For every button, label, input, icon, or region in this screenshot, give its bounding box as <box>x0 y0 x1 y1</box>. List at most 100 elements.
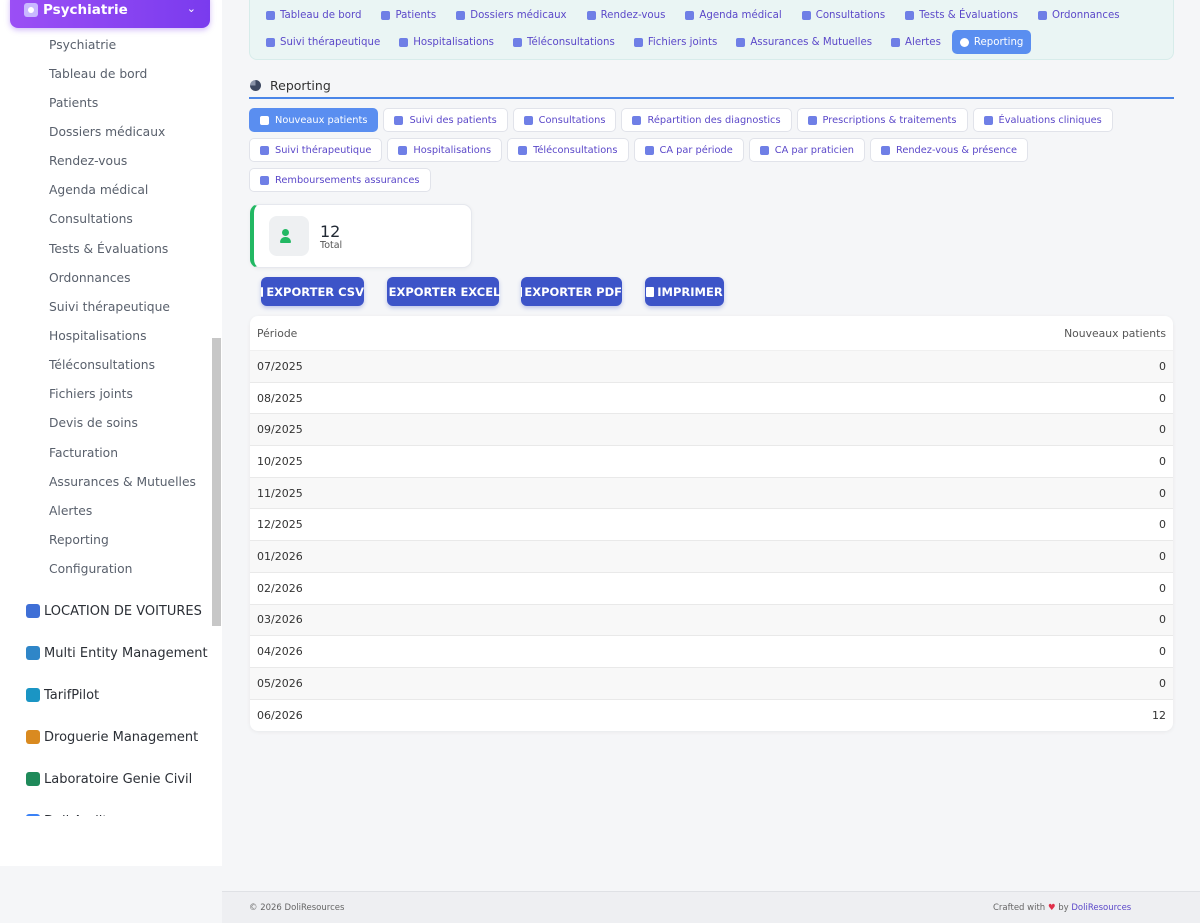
tab-label: Suivi des patients <box>409 114 497 126</box>
tab-ca-par-praticien[interactable]: CA par praticien <box>748 138 865 162</box>
print-button[interactable]: IMPRIMER <box>645 277 724 306</box>
sidebar-item-ordonnances[interactable]: Ordonnances <box>0 263 212 292</box>
sidebar-item-tests-evaluations[interactable]: Tests & Évaluations <box>0 234 212 263</box>
nav-rendez-vous[interactable]: Rendez-vous <box>579 3 674 27</box>
nav-suivi-therapeutique[interactable]: Suivi thérapeutique <box>258 30 388 54</box>
cell-new-patients: 0 <box>1159 645 1166 659</box>
tab-teleconsultations[interactable]: Téléconsultations <box>507 138 629 162</box>
nav-label: Consultations <box>815 9 886 21</box>
stat-value: 12 <box>320 222 341 241</box>
nav-assurances-mutuelles[interactable]: Assurances & Mutuelles <box>728 30 880 54</box>
repartition-des-diagnostics-icon <box>632 115 642 125</box>
cell-period: 10/2025 <box>257 454 303 468</box>
tab-hospitalisations[interactable]: Hospitalisations <box>387 138 503 162</box>
module-droguerie-management[interactable]: Droguerie Management <box>0 716 212 758</box>
nav-alertes[interactable]: Alertes <box>883 30 949 54</box>
chevron-down-icon[interactable]: ⌄ <box>187 2 196 15</box>
sidebar-item-dossiers-medicaux[interactable]: Dossiers médicaux <box>0 117 212 146</box>
print-label: IMPRIMER <box>657 284 723 299</box>
sidebar-item-teleconsultations[interactable]: Téléconsultations <box>0 351 212 380</box>
top-nav-row: Tableau de bord Patients Dossiers médicaux… <box>258 3 1132 27</box>
nav-tableau-de-bord[interactable]: Tableau de bord <box>258 3 369 27</box>
nav-label: Téléconsultations <box>527 36 615 48</box>
nav-consultations[interactable]: Consultations <box>794 3 893 27</box>
sidebar-item-facturation[interactable]: Facturation <box>0 438 212 467</box>
nav-teleconsultations[interactable]: Téléconsultations <box>505 30 623 54</box>
sidebar-item-assurances-mutuelles[interactable]: Assurances & Mutuelles <box>0 467 212 496</box>
section-title-text: Reporting <box>270 78 331 93</box>
nav-label: Alertes <box>905 36 941 48</box>
cell-new-patients: 0 <box>1159 359 1166 373</box>
footer-brand-link[interactable]: DoliResources <box>1071 903 1131 913</box>
nav-tests-evaluations[interactable]: Tests & Évaluations <box>897 3 1026 27</box>
nav-label: Tableau de bord <box>280 9 362 21</box>
export-pdf-button[interactable]: EXPORTER PDF <box>521 277 622 306</box>
tab-label: Téléconsultations <box>533 144 618 156</box>
header-period: Période <box>257 326 298 340</box>
sidebar-item-reporting[interactable]: Reporting <box>0 525 212 554</box>
pie-chart-icon <box>250 80 261 91</box>
sidebar-item-hospitalisations[interactable]: Hospitalisations <box>0 321 212 350</box>
export-csv-button[interactable]: EXPORTER CSV <box>261 277 364 306</box>
module-location-de-voitures[interactable]: LOCATION DE VOITURES <box>0 590 212 632</box>
nav-agenda-medical[interactable]: Agenda médical <box>677 3 789 27</box>
nav-label: Reporting <box>973 36 1024 48</box>
teleconsultations-icon <box>513 37 522 47</box>
module-label: Multi Entity Management <box>44 645 208 661</box>
sidebar-item-psychiatrie[interactable]: Psychiatrie <box>0 30 212 59</box>
cell-period: 08/2025 <box>257 391 303 405</box>
nav-hospitalisations[interactable]: Hospitalisations <box>391 30 502 54</box>
sidebar-item-agenda-medical[interactable]: Agenda médical <box>0 176 212 205</box>
tab-label: Prescriptions & traitements <box>822 114 957 126</box>
report-table: Période Nouveaux patients 07/2025 0 08/202… <box>250 316 1173 732</box>
export-pdf-label: EXPORTER PDF <box>524 284 622 299</box>
tab-label: Suivi thérapeutique <box>275 144 372 156</box>
nav-label: Dossiers médicaux <box>470 9 567 21</box>
module-label: TarifPilot <box>44 687 100 703</box>
nav-label: Fichiers joints <box>647 36 718 48</box>
module-doli-audit[interactable]: Doli Audit <box>0 800 212 816</box>
tab-label: Remboursements assurances <box>275 174 420 186</box>
footer-by: by <box>1058 903 1069 913</box>
footer-copyright: © 2026 DoliResources <box>249 903 345 913</box>
nav-dossiers-medicaux[interactable]: Dossiers médicaux <box>448 3 574 27</box>
tab-suivi-des-patients[interactable]: Suivi des patients <box>383 108 508 132</box>
tab-repartition-des-diagnostics[interactable]: Répartition des diagnostics <box>621 108 792 132</box>
tab-ca-par-periode[interactable]: CA par période <box>633 138 744 162</box>
tab-suivi-therapeutique[interactable]: Suivi thérapeutique <box>249 138 383 162</box>
sidebar-item-consultations[interactable]: Consultations <box>0 205 212 234</box>
tab-row: Suivi thérapeutique Hospitalisations Téléc… <box>249 138 1174 162</box>
table-row: 11/2025 0 <box>250 477 1173 510</box>
tab-prescriptions-traitements[interactable]: Prescriptions & traitements <box>796 108 968 132</box>
tab-label: Rendez-vous & présence <box>895 144 1018 156</box>
dossiers-medicaux-icon <box>456 10 466 20</box>
sidebar-item-suivi-therapeutique[interactable]: Suivi thérapeutique <box>0 292 212 321</box>
export-excel-button[interactable]: EXPORTER EXCEL <box>387 277 500 306</box>
sidebar-scrollbar[interactable] <box>212 338 221 626</box>
sidebar-item-devis-de-soins[interactable]: Devis de soins <box>0 409 212 438</box>
tab-label: CA par période <box>659 144 733 156</box>
tab-remboursements-assurances[interactable]: Remboursements assurances <box>249 168 431 192</box>
footer-crafted: Crafted with ♥ by DoliResources <box>993 903 1131 913</box>
module-multi-entity-management[interactable]: Multi Entity Management <box>0 632 212 674</box>
sidebar-item-patients[interactable]: Patients <box>0 88 212 117</box>
rendez-vous-icon <box>586 10 596 20</box>
tab-consultations[interactable]: Consultations <box>512 108 617 132</box>
sidebar-item-fichiers-joints[interactable]: Fichiers joints <box>0 380 212 409</box>
nav-fichiers-joints[interactable]: Fichiers joints <box>626 30 726 54</box>
sidebar-item-configuration[interactable]: Configuration <box>0 555 212 584</box>
module-tarifpilot[interactable]: TarifPilot <box>0 674 212 716</box>
heart-icon: ♥ <box>1047 903 1056 913</box>
tab-nouveaux-patients[interactable]: Nouveaux patients <box>249 108 379 132</box>
tab-rendez-vous-presence[interactable]: Rendez-vous & présence <box>869 138 1029 162</box>
sidebar-item-tableau-de-bord[interactable]: Tableau de bord <box>0 59 212 88</box>
nav-patients[interactable]: Patients <box>373 3 444 27</box>
tab-evaluations-cliniques[interactable]: Évaluations cliniques <box>972 108 1113 132</box>
sidebar-item-rendez-vous[interactable]: Rendez-vous <box>0 147 212 176</box>
nav-reporting[interactable]: Reporting <box>951 30 1032 54</box>
prescriptions-traitements-icon <box>807 115 817 125</box>
module-laboratoire-genie-civil[interactable]: Laboratoire Genie Civil <box>0 758 212 800</box>
nav-ordonnances[interactable]: Ordonnances <box>1030 3 1128 27</box>
module-header-psychiatrie[interactable]: Psychiatrie ⌄ <box>10 0 210 28</box>
sidebar-item-alertes[interactable]: Alertes <box>0 496 212 525</box>
